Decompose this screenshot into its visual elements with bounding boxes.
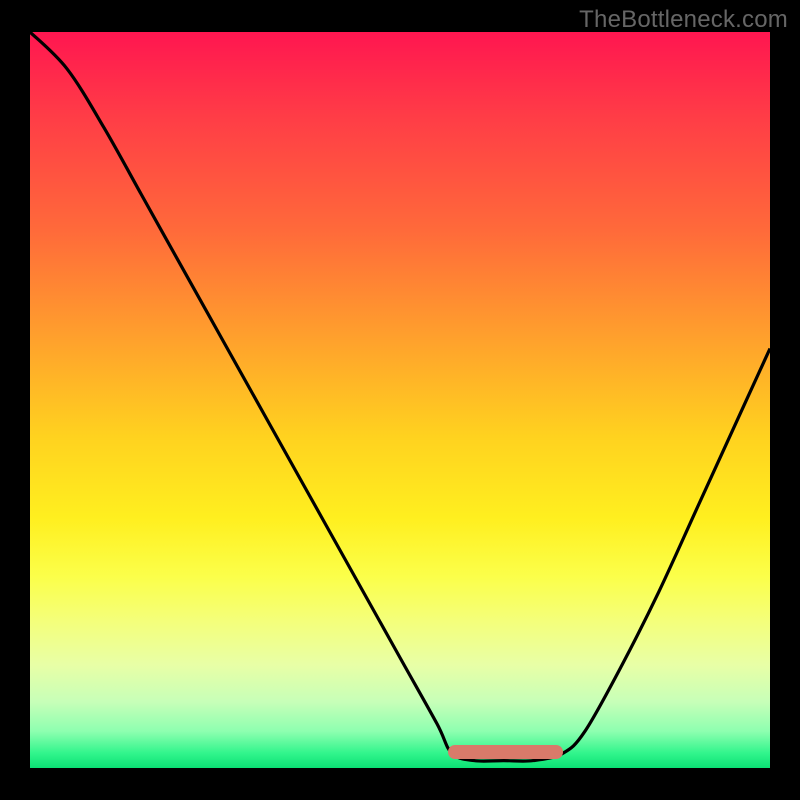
watermark-text: TheBottleneck.com [579, 6, 788, 34]
plot-area [30, 32, 770, 768]
optimal-range-bar [448, 745, 563, 759]
stage: TheBottleneck.com [0, 0, 800, 800]
curve-svg [30, 32, 770, 768]
bottleneck-curve-path [30, 32, 770, 761]
